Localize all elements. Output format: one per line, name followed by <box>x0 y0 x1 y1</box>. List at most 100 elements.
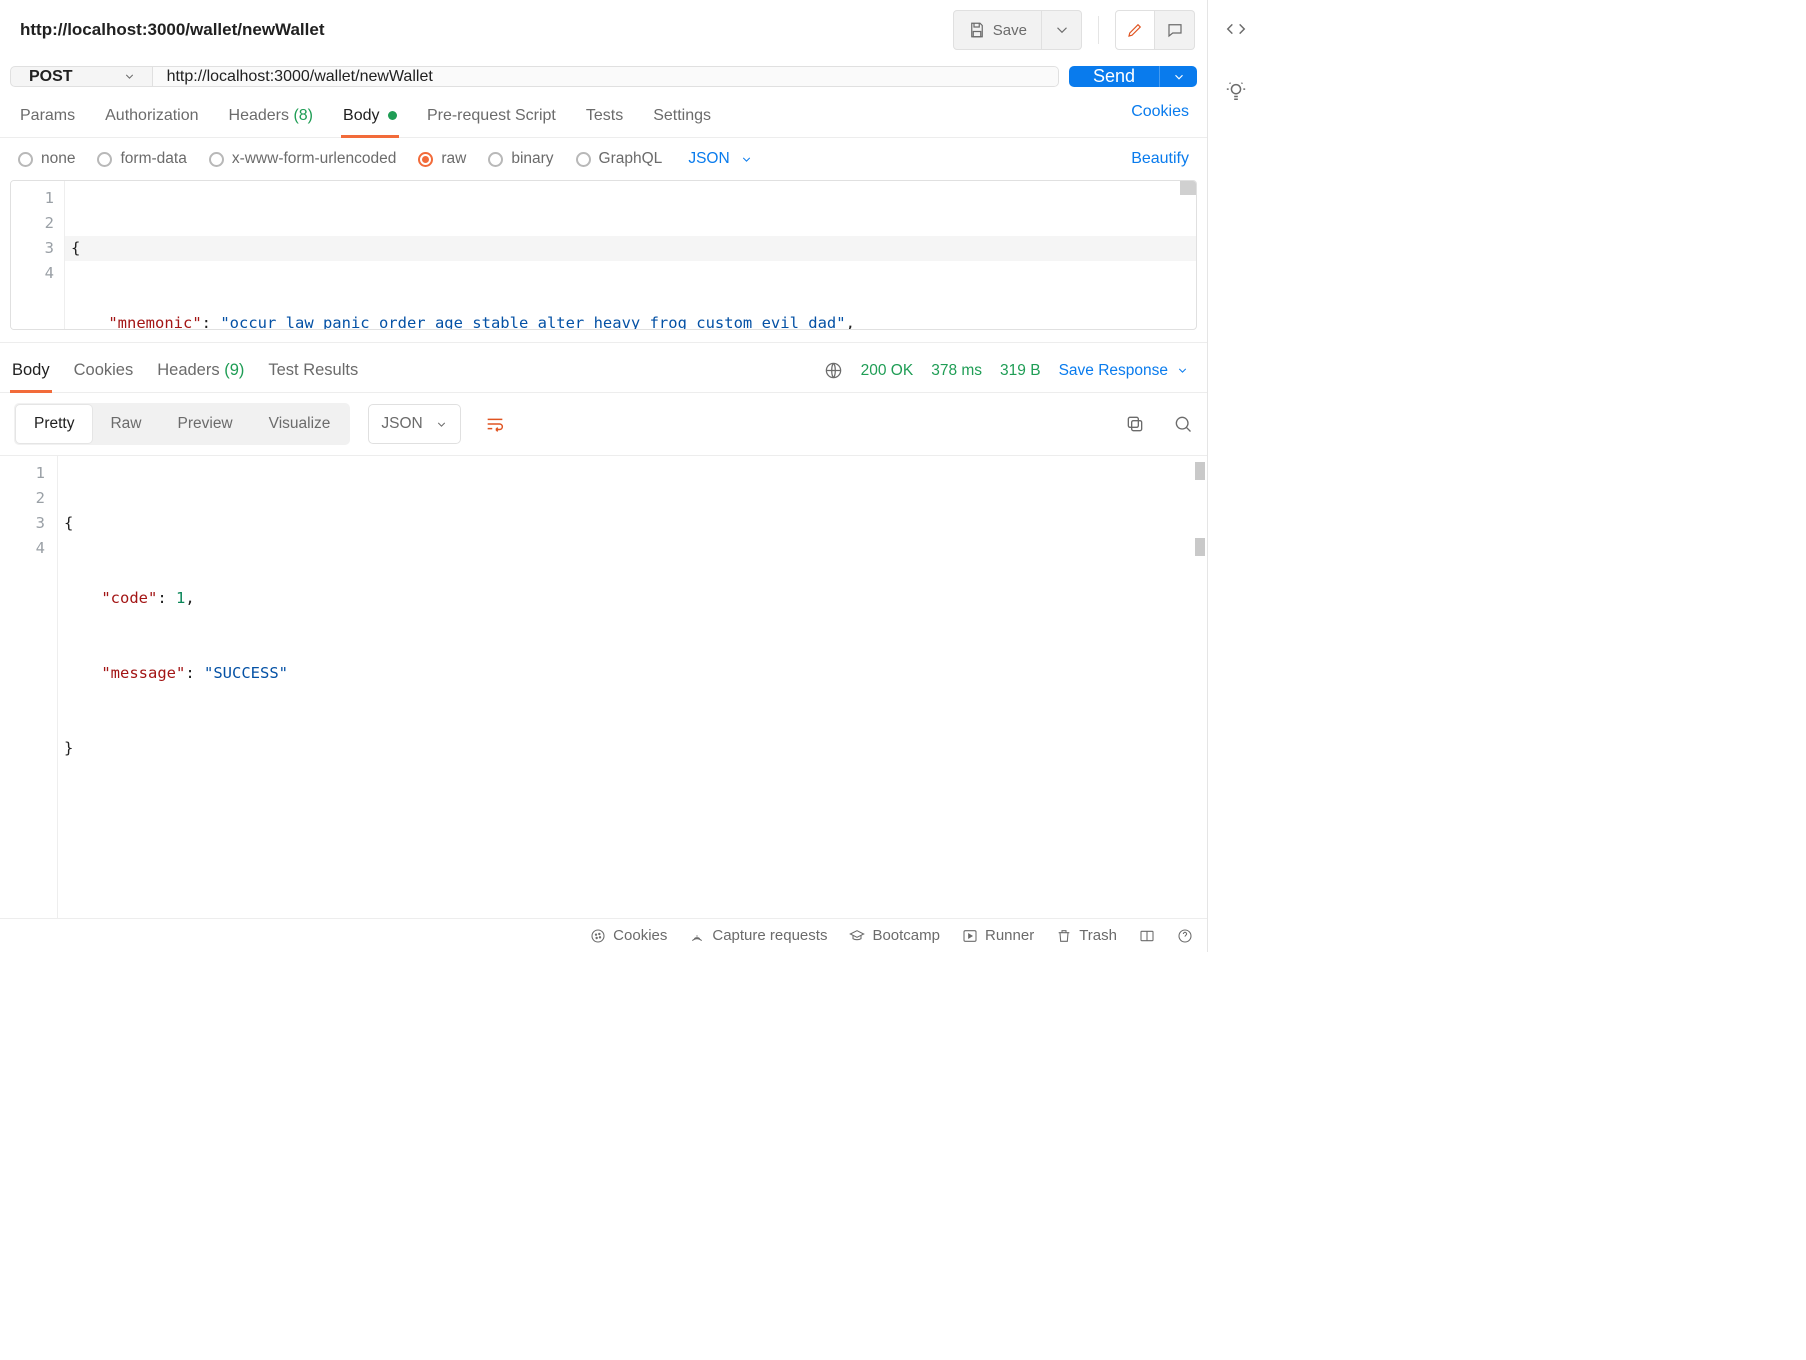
url-input[interactable]: http://localhost:3000/wallet/newWallet <box>153 67 1058 86</box>
radio-raw[interactable]: raw <box>418 150 466 168</box>
chevron-down-icon <box>1176 364 1189 377</box>
save-button-group: Save <box>953 10 1082 50</box>
footer-label: Trash <box>1079 927 1117 944</box>
footer-bootcamp[interactable]: Bootcamp <box>849 927 940 944</box>
body-type-row: none form-data x-www-form-urlencoded raw… <box>0 138 1207 180</box>
response-size: 319 B <box>1000 362 1041 380</box>
topbar: http://localhost:3000/wallet/newWallet S… <box>0 0 1207 60</box>
radio-binary[interactable]: binary <box>488 150 553 168</box>
panes-icon <box>1139 928 1155 944</box>
response-format-select[interactable]: JSON <box>368 404 460 444</box>
response-time: 378 ms <box>931 362 982 380</box>
status-code: 200 OK <box>861 362 914 380</box>
json-key: "message" <box>101 664 185 682</box>
headers-count: (8) <box>293 107 313 124</box>
footer-label: Bootcamp <box>872 927 940 944</box>
body-label: Body <box>343 107 379 124</box>
save-label: Save <box>993 22 1027 39</box>
format-value: JSON <box>381 415 422 433</box>
tab-authorization[interactable]: Authorization <box>103 99 200 137</box>
radio-graphql[interactable]: GraphQL <box>576 150 663 168</box>
response-mode-row: Pretty Raw Preview Visualize JSON <box>0 392 1207 455</box>
tab-headers[interactable]: Headers (8) <box>227 99 316 137</box>
seg-pretty[interactable]: Pretty <box>16 405 92 443</box>
url-box: POST http://localhost:3000/wallet/newWal… <box>10 66 1059 87</box>
save-button[interactable]: Save <box>953 10 1042 50</box>
footer-label: Capture requests <box>712 927 827 944</box>
tab-body[interactable]: Body <box>341 99 399 137</box>
json-value: "occur law panic order age stable alter … <box>220 314 845 330</box>
search-icon[interactable] <box>1173 414 1193 434</box>
chevron-down-icon <box>123 70 136 83</box>
seg-raw[interactable]: Raw <box>92 405 159 443</box>
code-icon[interactable] <box>1225 18 1247 40</box>
copy-icon[interactable] <box>1125 414 1145 434</box>
json-key: "mnemonic" <box>108 314 201 330</box>
response-tools <box>1125 414 1193 434</box>
request-title: http://localhost:3000/wallet/newWallet <box>20 20 943 40</box>
radio-icon <box>97 152 112 167</box>
raw-format-select[interactable]: JSON <box>688 150 752 168</box>
scrollbar-thumb[interactable] <box>1195 462 1205 480</box>
footer-panes[interactable] <box>1139 928 1155 944</box>
footer-runner[interactable]: Runner <box>962 927 1034 944</box>
action-button-group <box>1115 10 1195 50</box>
res-tab-cookies[interactable]: Cookies <box>72 361 136 392</box>
scrollbar-thumb[interactable] <box>1195 538 1205 556</box>
editor-gutter: 1234 <box>11 181 65 329</box>
res-tab-test-results[interactable]: Test Results <box>266 361 360 392</box>
save-disk-icon <box>968 21 986 39</box>
radio-xform[interactable]: x-www-form-urlencoded <box>209 150 397 168</box>
send-button[interactable]: Send <box>1069 66 1159 87</box>
request-body-editor[interactable]: 1234 { "mnemonic": "occur law panic orde… <box>10 180 1197 330</box>
play-icon <box>962 928 978 944</box>
editor-code: { "mnemonic": "occur law panic order age… <box>65 181 1196 329</box>
save-response-button[interactable]: Save Response <box>1059 362 1189 380</box>
colon: : <box>185 664 204 682</box>
tab-settings[interactable]: Settings <box>651 99 713 137</box>
beautify-button[interactable]: Beautify <box>1131 150 1189 168</box>
radio-label: raw <box>441 150 466 168</box>
tab-params[interactable]: Params <box>18 99 77 137</box>
radio-icon <box>209 152 224 167</box>
send-button-group: Send <box>1069 66 1197 87</box>
editor-code: { "code": 1, "message": "SUCCESS" } <box>58 456 1189 918</box>
colon: : <box>157 589 176 607</box>
radio-icon <box>418 152 433 167</box>
res-tab-headers[interactable]: Headers (9) <box>155 361 246 392</box>
seg-visualize[interactable]: Visualize <box>251 405 349 443</box>
comma: , <box>185 589 194 607</box>
lightbulb-icon[interactable] <box>1225 80 1247 102</box>
send-dropdown[interactable] <box>1159 66 1197 87</box>
seg-preview[interactable]: Preview <box>160 405 251 443</box>
cookie-icon <box>590 928 606 944</box>
cookies-link[interactable]: Cookies <box>1131 103 1189 133</box>
footer-cookies[interactable]: Cookies <box>590 927 667 944</box>
footer-label: Cookies <box>613 927 667 944</box>
res-tab-body[interactable]: Body <box>10 361 52 392</box>
editor-gutter: 1234 <box>0 456 58 918</box>
tab-prerequest[interactable]: Pre-request Script <box>425 99 558 137</box>
headers-label: Headers <box>229 107 289 124</box>
response-body-viewer[interactable]: 1234 { "code": 1, "message": "SUCCESS" } <box>0 455 1207 918</box>
headers-count: (9) <box>224 361 244 379</box>
globe-icon[interactable] <box>824 361 843 380</box>
trash-icon <box>1056 928 1072 944</box>
method-select[interactable]: POST <box>11 67 153 86</box>
brace: { <box>71 239 80 257</box>
brace: } <box>64 739 73 757</box>
line-wrap-button[interactable] <box>475 404 515 444</box>
tab-tests[interactable]: Tests <box>584 99 625 137</box>
chevron-down-icon <box>1172 70 1186 84</box>
radio-icon <box>488 152 503 167</box>
save-dropdown[interactable] <box>1042 10 1082 50</box>
footer-help[interactable] <box>1177 928 1193 944</box>
comment-button[interactable] <box>1155 10 1195 50</box>
json-value: "SUCCESS" <box>204 664 288 682</box>
footer-trash[interactable]: Trash <box>1056 927 1117 944</box>
comma: , <box>846 314 855 330</box>
edit-button[interactable] <box>1115 10 1155 50</box>
radio-none[interactable]: none <box>18 150 75 168</box>
radio-form-data[interactable]: form-data <box>97 150 186 168</box>
footer-capture[interactable]: Capture requests <box>689 927 827 944</box>
